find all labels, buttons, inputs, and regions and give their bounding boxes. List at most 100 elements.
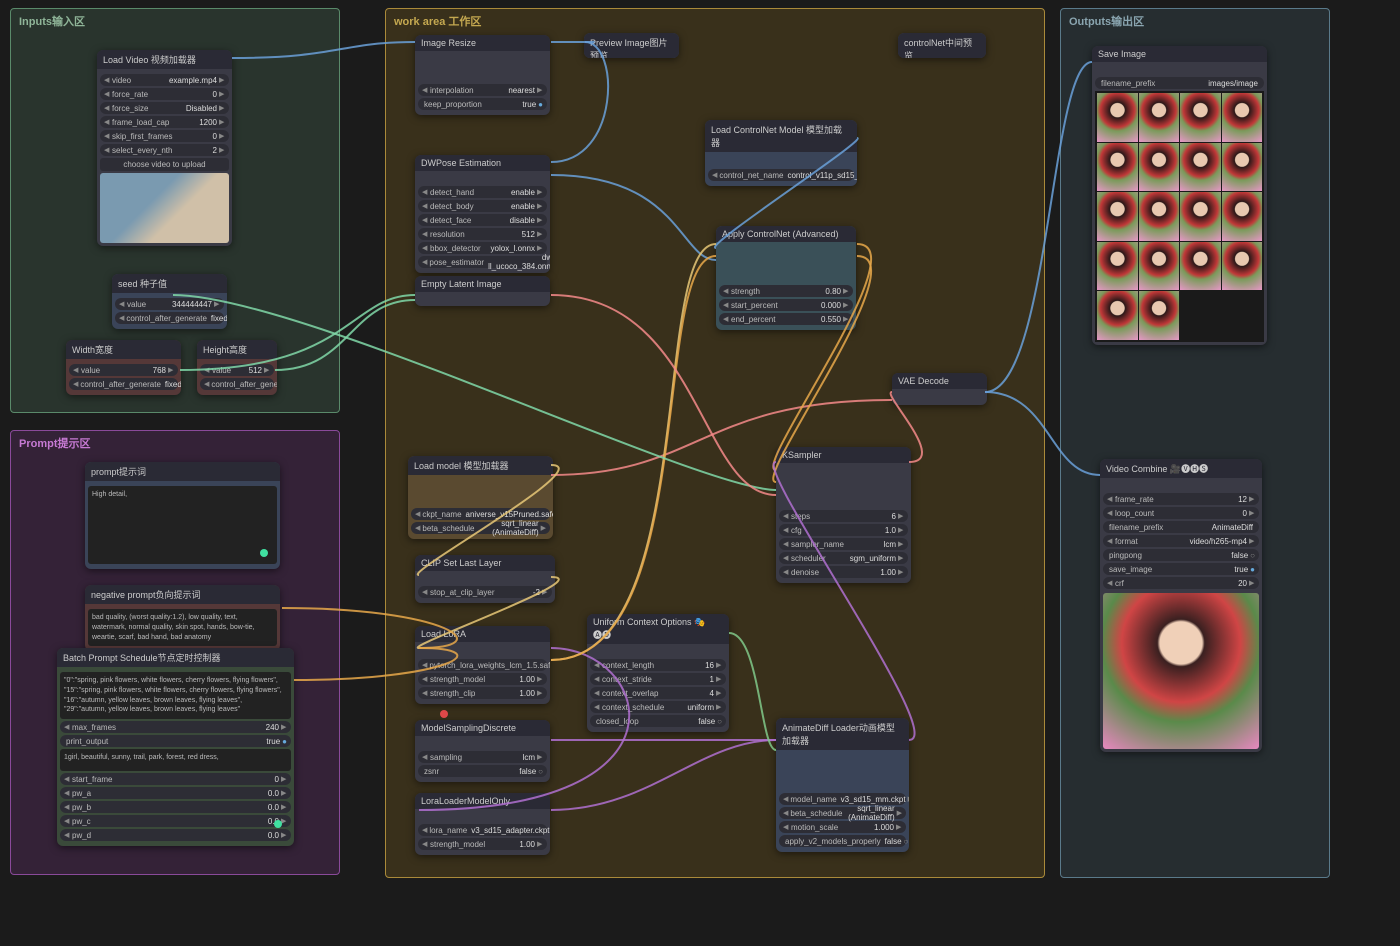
- field-strength-model[interactable]: ◀strength_model1.00▶: [418, 838, 547, 850]
- field-frame-rate[interactable]: ◀frame_rate12▶: [1103, 493, 1259, 505]
- field-ctx-schedule[interactable]: ◀context_scheduleuniform▶: [590, 701, 726, 713]
- field-beta[interactable]: ◀beta_schedulesqrt_linear (AnimateDiff)▶: [411, 522, 550, 534]
- field-lora-name[interactable]: ◀pytorch_lora_weights_lcm_1.5.safetensor…: [418, 659, 547, 671]
- field-pose-est[interactable]: ◀pose_estimatordw-ll_ucoco_384.onnx▶: [418, 256, 547, 268]
- field-force-size[interactable]: ◀force_sizeDisabled▶: [100, 102, 229, 114]
- node-save-image[interactable]: Save Image filename_prefiximages/image: [1092, 46, 1267, 345]
- field-ctx-overlap[interactable]: ◀context_overlap4▶: [590, 687, 726, 699]
- node-vae-decode[interactable]: VAE Decode: [892, 373, 987, 405]
- field-ctx-stride[interactable]: ◀context_stride1▶: [590, 673, 726, 685]
- node-title: AnimateDiff Loader动画模型加载器: [776, 718, 909, 750]
- field-strength[interactable]: ◀strength0.80▶: [719, 285, 853, 297]
- field-format[interactable]: ◀formatvideo/h265-mp4▶: [1103, 535, 1259, 547]
- field-loop-count[interactable]: ◀loop_count0▶: [1103, 507, 1259, 519]
- field-detect-hand[interactable]: ◀detect_handenable▶: [418, 186, 547, 198]
- field-strength-model[interactable]: ◀strength_model1.00▶: [418, 673, 547, 685]
- upload-button[interactable]: choose video to upload: [100, 158, 229, 171]
- node-title: Height高度: [197, 340, 277, 359]
- prompt-textarea[interactable]: High detail,: [88, 486, 277, 564]
- video-preview: [1103, 593, 1259, 749]
- field-apply-v2[interactable]: apply_v2_models_properlyfalse○: [779, 835, 906, 847]
- node-preview-image[interactable]: Preview Image图片预览: [584, 33, 679, 58]
- field-save-image[interactable]: save_imagetrue●: [1103, 563, 1259, 575]
- node-uniform-context[interactable]: Uniform Context Options 🎭🅐🅓 ◀context_len…: [587, 614, 729, 732]
- node-title: CLIP Set Last Layer: [415, 555, 555, 571]
- node-title: Preview Image图片预览: [584, 33, 679, 58]
- field-beta[interactable]: ◀beta_schedulesqrt_linear (AnimateDiff)▶: [779, 807, 906, 819]
- field-start-percent[interactable]: ◀start_percent0.000▶: [719, 299, 853, 311]
- field-ctx-length[interactable]: ◀context_length16▶: [590, 659, 726, 671]
- field-pw-a[interactable]: ◀pw_a0.0▶: [60, 787, 291, 799]
- field-pw-c[interactable]: ◀pw_c0.0▶: [60, 815, 291, 827]
- field-prefix[interactable]: filename_prefiximages/image: [1095, 77, 1264, 89]
- field-value[interactable]: ◀value768▶: [69, 364, 178, 376]
- node-load-controlnet[interactable]: Load ControlNet Model 模型加载器 ◀control_net…: [705, 120, 857, 186]
- field-control[interactable]: ◀control_after_generatefixed▶: [115, 312, 224, 324]
- field-value[interactable]: ◀value512▶: [200, 364, 274, 376]
- field-pingpong[interactable]: pingpongfalse○: [1103, 549, 1259, 561]
- node-load-model[interactable]: Load model 模型加载器 ◀ckpt_nameaniverse_v15P…: [408, 456, 553, 539]
- node-dwpose[interactable]: DWPose Estimation ◀detect_handenable▶ ◀d…: [415, 155, 550, 273]
- field-strength-clip[interactable]: ◀strength_clip1.00▶: [418, 687, 547, 699]
- node-batch-prompt[interactable]: Batch Prompt Schedule节点定时控制器 "0":"spring…: [57, 648, 294, 846]
- node-lora-model-only[interactable]: LoraLoaderModelOnly ◀lora_namev3_sd15_ad…: [415, 793, 550, 855]
- video-preview-thumb: [100, 173, 229, 243]
- field-keep-proportion[interactable]: keep_proportiontrue●: [418, 98, 547, 110]
- field-detect-face[interactable]: ◀detect_facedisable▶: [418, 214, 547, 226]
- node-seed[interactable]: seed 种子值 ◀value344444447▶ ◀control_after…: [112, 274, 227, 329]
- node-height[interactable]: Height高度 ◀value512▶ ◀control_after_gener…: [197, 340, 277, 395]
- field-prefix[interactable]: filename_prefixAnimateDiff: [1103, 521, 1259, 533]
- field-interpolation[interactable]: ◀interpolationnearest▶: [418, 84, 547, 96]
- neg-prompt-textarea[interactable]: bad quality, (worst quality:1.2), low qu…: [88, 609, 277, 646]
- batch-suffix-textarea[interactable]: 1girl, beautiful, sunny, trail, park, fo…: [60, 749, 291, 771]
- field-crf[interactable]: ◀crf20▶: [1103, 577, 1259, 589]
- field-select-nth[interactable]: ◀select_every_nth2▶: [100, 144, 229, 156]
- field-print-output[interactable]: print_outputtrue●: [60, 735, 291, 747]
- field-end-percent[interactable]: ◀end_percent0.550▶: [719, 313, 853, 325]
- field-zsnr[interactable]: zsnrfalse○: [418, 765, 547, 777]
- field-value[interactable]: ◀value344444447▶: [115, 298, 224, 310]
- field-frame-cap[interactable]: ◀frame_load_cap1200▶: [100, 116, 229, 128]
- field-sampler[interactable]: ◀sampler_namelcm▶: [779, 538, 908, 550]
- field-detect-body[interactable]: ◀detect_bodyenable▶: [418, 200, 547, 212]
- group-title: Outputs输出区: [1069, 13, 1144, 29]
- field-force-rate[interactable]: ◀force_rate0▶: [100, 88, 229, 100]
- node-empty-latent[interactable]: Empty Latent Image: [415, 276, 550, 306]
- node-ksampler[interactable]: KSampler ◀steps6▶ ◀cfg1.0▶ ◀sampler_name…: [776, 447, 911, 583]
- node-prompt[interactable]: prompt提示词 High detail,: [85, 462, 280, 569]
- field-cn-name[interactable]: ◀control_net_namecontrol_v11p_sd15_openp…: [708, 169, 854, 181]
- field-motion-scale[interactable]: ◀motion_scale1.000▶: [779, 821, 906, 833]
- node-title: Load model 模型加载器: [408, 456, 553, 475]
- field-skip-first[interactable]: ◀skip_first_frames0▶: [100, 130, 229, 142]
- node-image-resize[interactable]: Image Resize ◀interpolationnearest▶ keep…: [415, 35, 550, 115]
- field-resolution[interactable]: ◀resolution512▶: [418, 228, 547, 240]
- node-animatediff-loader[interactable]: AnimateDiff Loader动画模型加载器 ◀model_namev3_…: [776, 718, 909, 852]
- node-title: Empty Latent Image: [415, 276, 550, 292]
- node-load-video[interactable]: Load Video 视频加载器 ◀videoexample.mp4▶ ◀for…: [97, 50, 232, 246]
- field-pw-b[interactable]: ◀pw_b0.0▶: [60, 801, 291, 813]
- field-denoise[interactable]: ◀denoise1.00▶: [779, 566, 908, 578]
- field-cfg[interactable]: ◀cfg1.0▶: [779, 524, 908, 536]
- group-title: Prompt提示区: [19, 435, 91, 451]
- field-steps[interactable]: ◀steps6▶: [779, 510, 908, 522]
- field-pw-d[interactable]: ◀pw_d0.0▶: [60, 829, 291, 841]
- field-closed-loop[interactable]: closed_loopfalse○: [590, 715, 726, 727]
- field-control[interactable]: ◀control_after_generatefixed▶: [69, 378, 178, 390]
- batch-textarea[interactable]: "0":"spring, pink flowers, white flowers…: [60, 672, 291, 719]
- field-start-frame[interactable]: ◀start_frame0▶: [60, 773, 291, 785]
- field-control[interactable]: ◀control_after_generatefixed▶: [200, 378, 274, 390]
- field-video[interactable]: ◀videoexample.mp4▶: [100, 74, 229, 86]
- field-sampling[interactable]: ◀samplinglcm▶: [418, 751, 547, 763]
- node-load-lora[interactable]: Load LoRA ◀pytorch_lora_weights_lcm_1.5.…: [415, 626, 550, 704]
- node-width[interactable]: Width宽度 ◀value768▶ ◀control_after_genera…: [66, 340, 181, 395]
- field-scheduler[interactable]: ◀schedulersgm_uniform▶: [779, 552, 908, 564]
- node-cn-mid[interactable]: controlNet中间预览: [898, 33, 986, 58]
- node-clip-skip[interactable]: CLIP Set Last Layer ◀stop_at_clip_layer-…: [415, 555, 555, 603]
- node-model-sampling[interactable]: ModelSamplingDiscrete ◀samplinglcm▶ zsnr…: [415, 720, 550, 782]
- field-max-frames[interactable]: ◀max_frames240▶: [60, 721, 291, 733]
- node-neg-prompt[interactable]: negative prompt负向提示词 bad quality, (worst…: [85, 585, 280, 651]
- node-video-combine[interactable]: Video Combine 🎥🅥🅗🅢 ◀frame_rate12▶ ◀loop_…: [1100, 459, 1262, 752]
- node-apply-controlnet[interactable]: Apply ControlNet (Advanced) ◀strength0.8…: [716, 226, 856, 330]
- field-lora-name[interactable]: ◀lora_namev3_sd15_adapter.ckpt▶: [418, 824, 547, 836]
- field-stop-layer[interactable]: ◀stop_at_clip_layer-2▶: [418, 586, 552, 598]
